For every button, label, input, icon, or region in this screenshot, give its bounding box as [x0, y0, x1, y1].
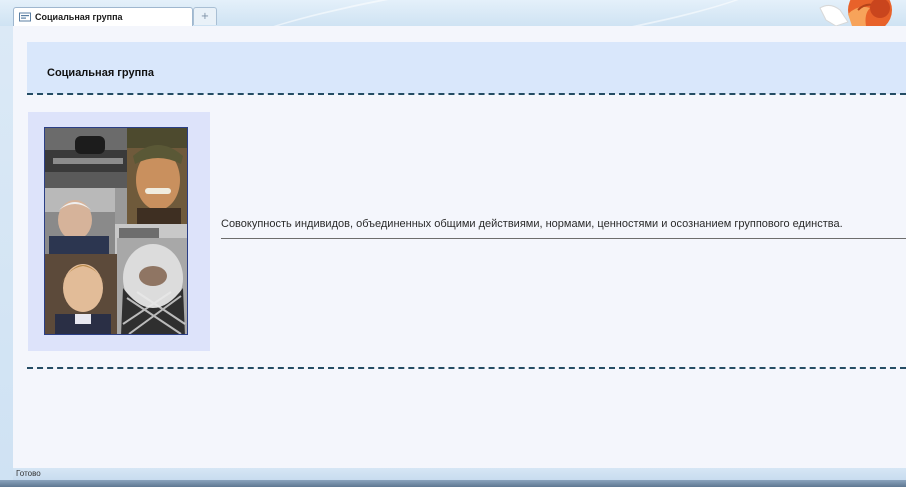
- definition-text: Совокупность индивидов, объединенных общ…: [221, 218, 843, 230]
- browser-logo-icon: [818, 0, 898, 26]
- photo-panel: [28, 112, 210, 351]
- decorative-swirl: [217, 0, 783, 26]
- tab-label: Социальная группа: [35, 12, 123, 22]
- new-tab-button[interactable]: +: [193, 7, 217, 25]
- top-divider: [27, 93, 906, 95]
- browser-tab-bar: Социальная группа +: [0, 0, 906, 26]
- status-text: Готово: [16, 469, 41, 478]
- window-left-frame: [0, 26, 13, 480]
- page-title: Социальная группа: [47, 67, 154, 79]
- taskbar: [0, 480, 906, 487]
- plus-icon: +: [200, 11, 210, 22]
- people-collage-image: [44, 127, 188, 335]
- page-header: Социальная группа: [27, 42, 906, 94]
- bottom-divider: [27, 367, 906, 369]
- tab-social-group[interactable]: Социальная группа: [13, 7, 193, 26]
- page-icon: [19, 12, 31, 22]
- definition-underline: [221, 238, 906, 239]
- status-bar: Готово: [13, 468, 906, 480]
- page-viewport[interactable]: Социальная группа Совокупность индивидов…: [13, 26, 906, 468]
